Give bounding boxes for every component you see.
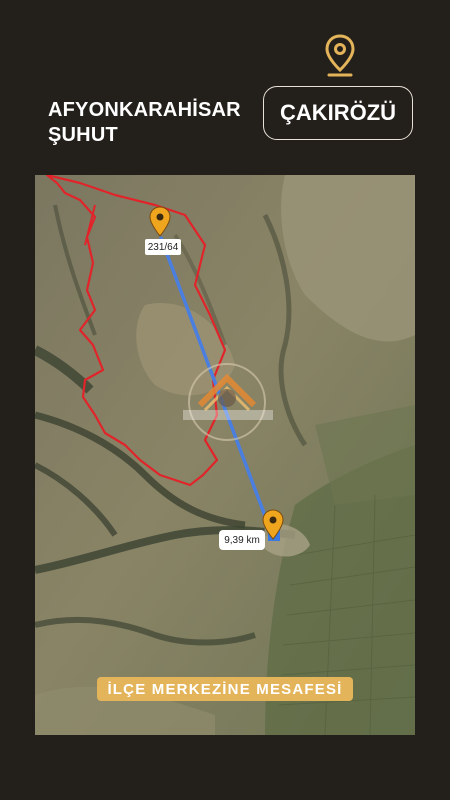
parcel-label: 231/64 — [145, 239, 181, 255]
logo-watermark — [183, 363, 273, 441]
district-name: ŞUHUT — [48, 124, 118, 146]
terrain-background — [35, 175, 415, 735]
village-name-button[interactable]: ÇAKIRÖZÜ — [263, 86, 413, 140]
header: AFYONKARAHİSAR ŞUHUT ÇAKIRÖZÜ — [0, 0, 450, 175]
parcel-pin-icon[interactable] — [149, 206, 171, 238]
distance-label: 9,39 km — [219, 530, 265, 550]
region-title: AFYONKARAHİSAR ŞUHUT — [48, 98, 241, 148]
district-center-pin-icon[interactable] — [262, 509, 284, 541]
satellite-map[interactable] — [35, 175, 415, 735]
province-name: AFYONKARAHİSAR — [48, 99, 241, 121]
distance-badge: İLÇE MERKEZİNE MESAFESİ — [97, 677, 353, 701]
location-pin-icon — [325, 34, 355, 77]
